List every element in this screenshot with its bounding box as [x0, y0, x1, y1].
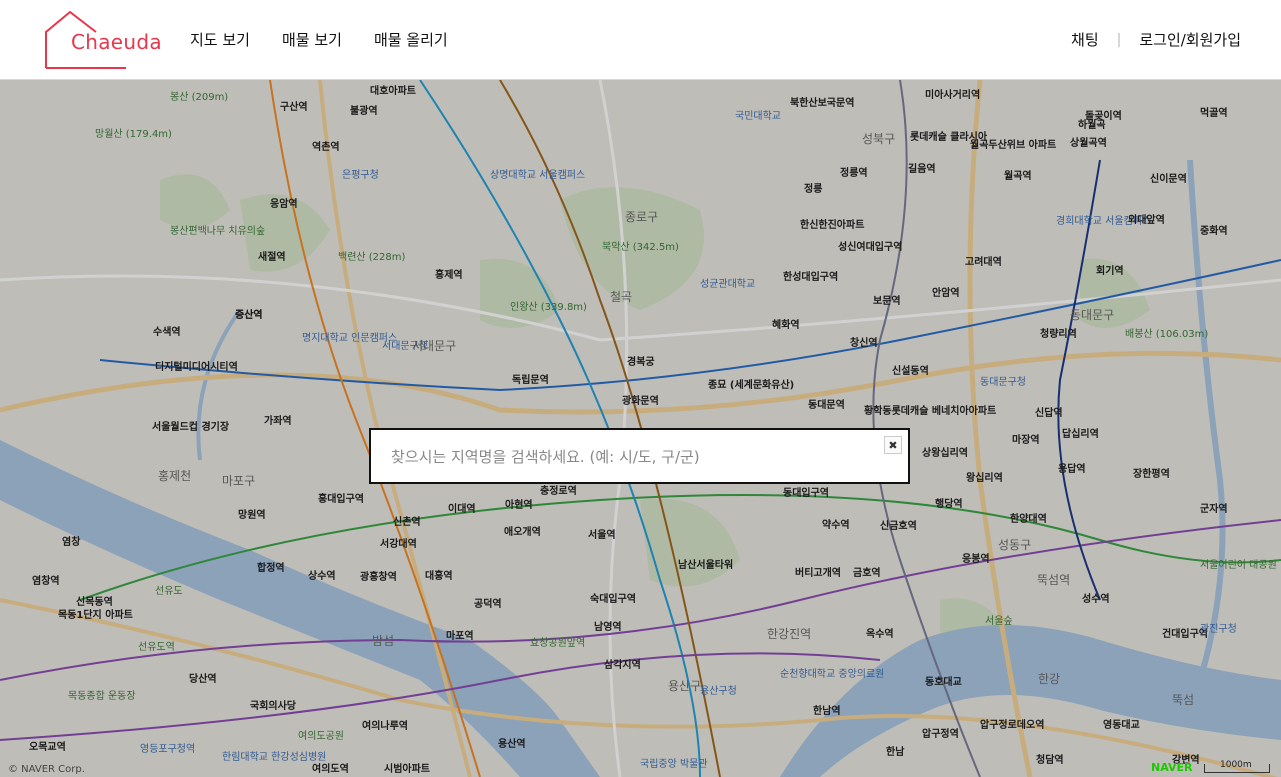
close-icon[interactable]: ✖ — [884, 436, 902, 454]
naver-logo: NAVER — [1151, 761, 1193, 774]
map-copyright: © NAVER Corp. — [8, 764, 85, 775]
login-signup-link[interactable]: 로그인/회원가입 — [1139, 29, 1241, 50]
user-nav: 채팅 | 로그인/회원가입 — [1071, 29, 1241, 50]
region-search-box: ✖ — [369, 428, 910, 484]
logo[interactable]: Chaeuda — [44, 10, 162, 70]
main-nav: 지도 보기 매물 보기 매물 올리기 — [190, 29, 448, 50]
nav-separator: | — [1116, 31, 1122, 48]
nav-listings-view[interactable]: 매물 보기 — [282, 29, 342, 50]
nav-post-listing[interactable]: 매물 올리기 — [374, 29, 448, 50]
region-search-input[interactable] — [389, 430, 873, 484]
chat-link[interactable]: 채팅 — [1071, 29, 1099, 50]
top-header: Chaeuda 지도 보기 매물 보기 매물 올리기 채팅 | 로그인/회원가입 — [0, 0, 1281, 80]
scale-bar — [1204, 764, 1270, 773]
nav-map-view[interactable]: 지도 보기 — [190, 29, 250, 50]
logo-text: Chaeuda — [71, 30, 162, 54]
